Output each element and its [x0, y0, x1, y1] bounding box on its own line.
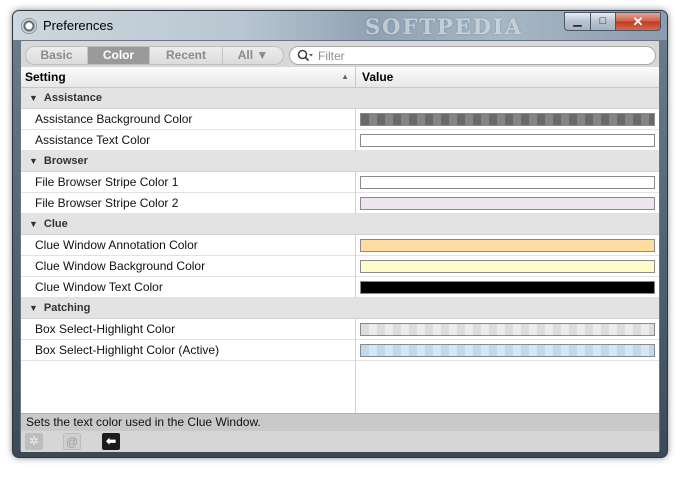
tab-all-dropdown[interactable]: All ▼: [223, 47, 283, 64]
color-swatch[interactable]: [360, 260, 655, 273]
table-row[interactable]: File Browser Stripe Color 2: [21, 193, 659, 214]
setting-label: Assistance Background Color: [35, 112, 193, 126]
group-patching[interactable]: ▼ Patching: [21, 298, 659, 319]
group-label: Browser: [43, 155, 88, 167]
color-swatch[interactable]: [360, 197, 655, 210]
color-swatch[interactable]: [360, 134, 655, 147]
setting-label: Box Select-Highlight Color (Active): [35, 343, 220, 357]
category-tabs: Basic Color Recent All ▼: [25, 46, 284, 65]
tab-basic[interactable]: Basic: [26, 47, 88, 64]
watermark: SOFTPEDIA: [365, 14, 524, 39]
table-row[interactable]: Assistance Text Color: [21, 130, 659, 151]
table-row[interactable]: Assistance Background Color: [21, 109, 659, 130]
table-row[interactable]: Clue Window Text Color: [21, 277, 659, 298]
group-assistance[interactable]: ▼ Assistance: [21, 88, 659, 109]
close-button[interactable]: ✕: [615, 12, 661, 31]
bottom-toolbar: ✲ @ ⬅: [21, 431, 659, 452]
preferences-table: Setting ▲ Value ▼ Assistance Assistance B…: [21, 67, 659, 413]
group-label: Clue: [43, 218, 68, 230]
table-row[interactable]: Clue Window Annotation Color: [21, 235, 659, 256]
color-swatch[interactable]: [360, 323, 655, 336]
preferences-window: Preferences SOFTPEDIA ▁ □ ✕ Basic Color …: [12, 10, 668, 458]
toolbar: Basic Color Recent All ▼: [21, 41, 659, 67]
group-clue[interactable]: ▼ Clue: [21, 214, 659, 235]
expand-triangle-icon[interactable]: ▼: [29, 93, 38, 103]
color-swatch[interactable]: [360, 344, 655, 357]
color-swatch[interactable]: [360, 281, 655, 294]
window-title: Preferences: [43, 18, 114, 33]
table-row[interactable]: Clue Window Background Color: [21, 256, 659, 277]
search-icon[interactable]: [297, 48, 313, 63]
preferences-content: Basic Color Recent All ▼ Setti: [20, 40, 660, 452]
column-header-setting[interactable]: Setting ▲: [21, 67, 355, 87]
column-header-value[interactable]: Value: [355, 67, 393, 87]
gear-icon[interactable]: ✲: [25, 433, 43, 450]
color-swatch[interactable]: [360, 239, 655, 252]
expand-triangle-icon[interactable]: ▼: [29, 156, 38, 166]
setting-label: Assistance Text Color: [35, 133, 151, 147]
filter-box[interactable]: [289, 46, 656, 65]
setting-label: Box Select-Highlight Color: [35, 322, 176, 336]
app-icon: [21, 18, 37, 34]
setting-label: File Browser Stripe Color 2: [35, 196, 179, 210]
group-label: Assistance: [43, 92, 103, 104]
setting-label: Clue Window Text Color: [35, 280, 163, 294]
minimize-button[interactable]: ▁: [564, 12, 591, 31]
table-row[interactable]: Box Select-Highlight Color: [21, 319, 659, 340]
tab-recent[interactable]: Recent: [150, 47, 223, 64]
expand-triangle-icon[interactable]: ▼: [29, 303, 38, 313]
status-description: Sets the text color used in the Clue Win…: [21, 413, 659, 431]
table-row[interactable]: File Browser Stripe Color 1: [21, 172, 659, 193]
setting-label: Clue Window Annotation Color: [35, 238, 198, 252]
back-arrow-icon[interactable]: ⬅: [102, 433, 120, 450]
title-bar[interactable]: Preferences SOFTPEDIA ▁ □ ✕: [13, 11, 667, 40]
group-browser[interactable]: ▼ Browser: [21, 151, 659, 172]
at-icon[interactable]: @: [63, 433, 81, 450]
table-row[interactable]: Box Select-Highlight Color (Active): [21, 340, 659, 361]
expand-triangle-icon[interactable]: ▼: [29, 219, 38, 229]
group-label: Patching: [43, 302, 91, 314]
maximize-button[interactable]: □: [590, 12, 616, 31]
sort-ascending-icon: ▲: [341, 72, 349, 81]
setting-label: File Browser Stripe Color 1: [35, 175, 179, 189]
color-swatch[interactable]: [360, 113, 655, 126]
table-header: Setting ▲ Value: [21, 67, 659, 88]
column-header-setting-label: Setting: [25, 70, 66, 84]
tab-color[interactable]: Color: [88, 47, 150, 64]
color-swatch[interactable]: [360, 176, 655, 189]
filter-input[interactable]: [318, 48, 648, 63]
setting-label: Clue Window Background Color: [35, 259, 206, 273]
